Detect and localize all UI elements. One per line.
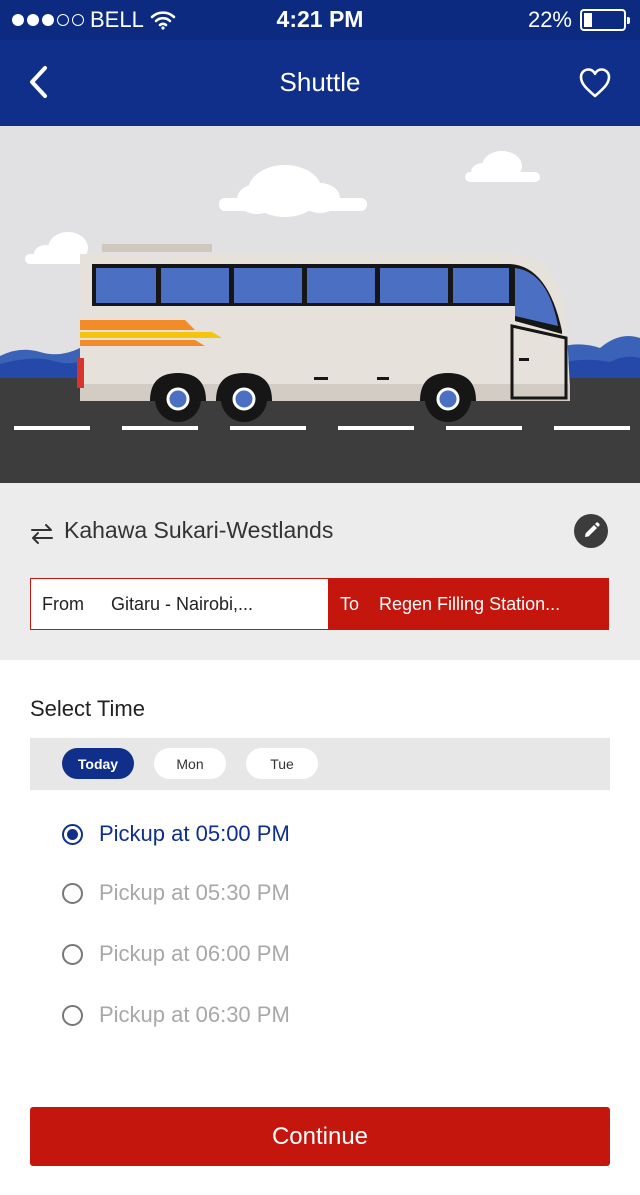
bus-scene-image — [0, 151, 640, 483]
pencil-icon — [585, 522, 600, 537]
battery-icon — [580, 9, 630, 31]
to-value: Regen Filling Station... — [379, 593, 561, 614]
time-slot-0630[interactable]: Pickup at 06:30 PM — [62, 1000, 290, 1030]
tab-today[interactable]: Today — [62, 748, 134, 779]
from-label: From — [42, 593, 84, 614]
continue-button[interactable]: Continue — [30, 1107, 610, 1166]
day-tabs: Today Mon Tue — [30, 738, 610, 790]
time-slot-label: Pickup at 06:30 PM — [99, 1002, 290, 1027]
radio[interactable] — [62, 943, 83, 965]
radio-selected[interactable] — [62, 823, 83, 845]
time-slot-label: Pickup at 05:00 PM — [99, 821, 290, 846]
time-slot-0500[interactable]: Pickup at 05:00 PM — [62, 819, 290, 849]
favorite-button[interactable] — [578, 66, 612, 100]
swap-icon — [31, 524, 53, 544]
radio[interactable] — [62, 1004, 83, 1026]
heart-icon — [579, 68, 611, 98]
section-title: Select Time — [30, 696, 145, 721]
time-slot-label: Pickup at 06:00 PM — [99, 941, 290, 966]
route-name: Kahawa Sukari-Westlands — [64, 517, 334, 543]
nav-bar: Shuttle — [0, 40, 640, 126]
tab-mon[interactable]: Mon — [154, 748, 226, 779]
time-slot-0530[interactable]: Pickup at 05:30 PM — [62, 878, 290, 908]
route-section: Kahawa Sukari-Westlands From Gitaru - Na… — [0, 483, 640, 660]
tab-tue[interactable]: Tue — [246, 748, 318, 779]
time-slot-0600[interactable]: Pickup at 06:00 PM — [62, 939, 290, 969]
from-field[interactable]: From Gitaru - Nairobi,... — [30, 578, 328, 630]
to-label: To — [340, 593, 360, 614]
time-slot-label: Pickup at 05:30 PM — [99, 880, 290, 905]
battery-percent: 22% — [527, 7, 572, 32]
bus-icon — [77, 244, 570, 422]
from-value: Gitaru - Nairobi,... — [111, 593, 254, 614]
status-right: 22% — [527, 7, 630, 33]
page-title: Shuttle — [279, 67, 361, 97]
bus-illustration — [0, 126, 640, 483]
radio[interactable] — [62, 882, 83, 904]
edit-route-button[interactable] — [574, 514, 608, 548]
from-to-selector: From Gitaru - Nairobi,... To Regen Filli… — [30, 578, 609, 630]
status-bar: BELL 4:21 PM 22% — [0, 0, 640, 40]
to-field[interactable]: To Regen Filling Station... — [328, 578, 609, 630]
